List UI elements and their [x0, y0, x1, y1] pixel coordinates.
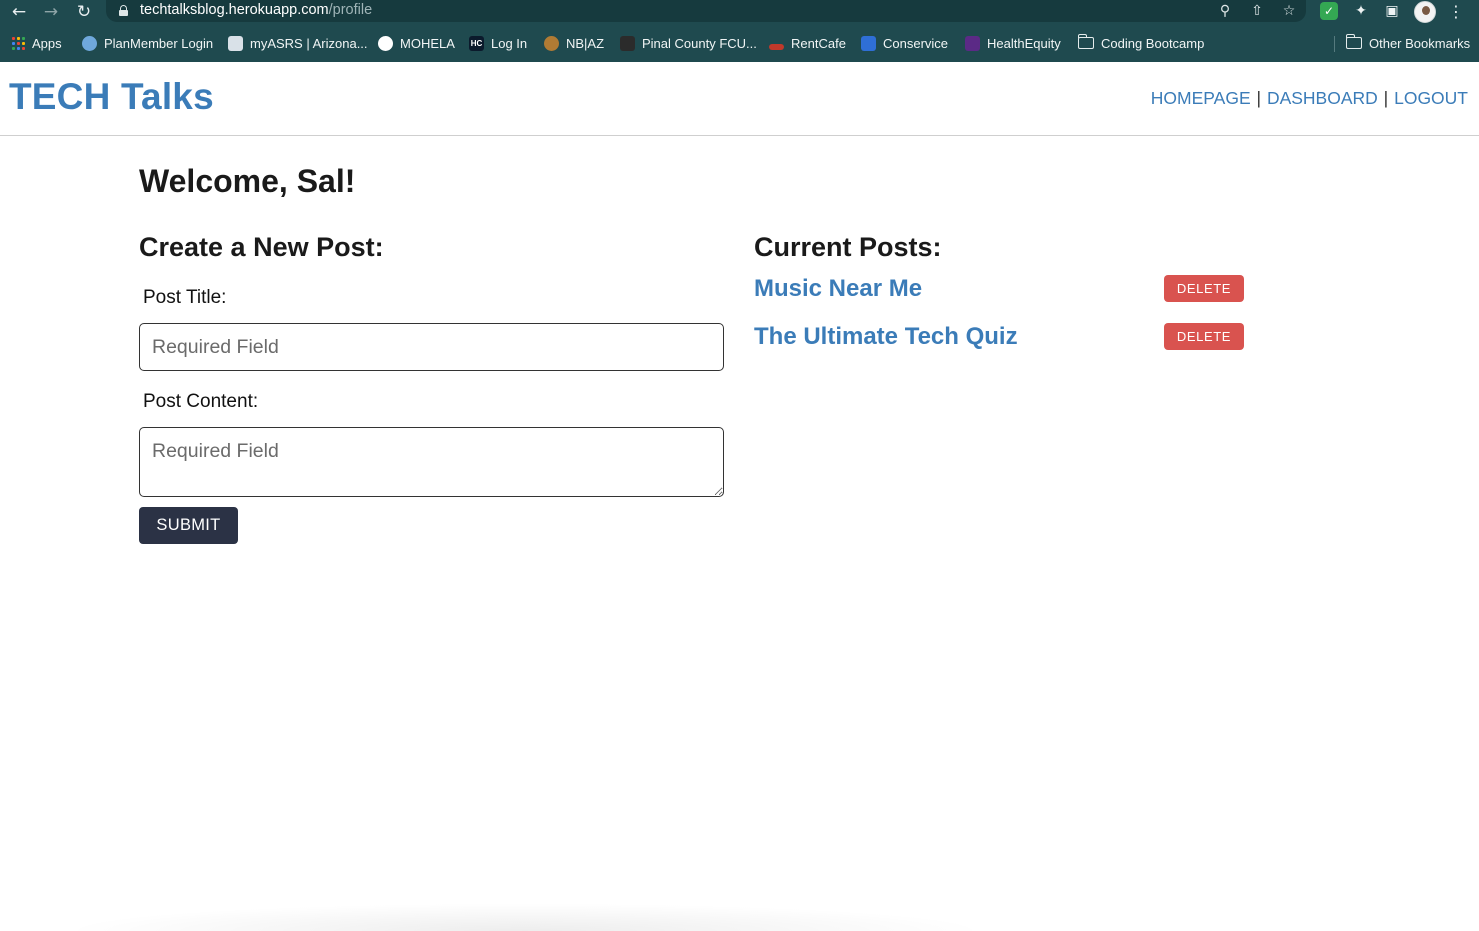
back-arrow-icon[interactable]: ←	[9, 2, 29, 22]
forward-arrow-icon[interactable]: →	[41, 2, 61, 22]
bookmark-login[interactable]: HC Log In	[469, 34, 527, 52]
bookmark-pinal-county[interactable]: Pinal County FCU...	[620, 34, 757, 52]
side-panel-icon[interactable]: ▣	[1383, 2, 1401, 20]
bookmark-label: RentCafe	[791, 35, 846, 51]
page-shadow	[60, 903, 990, 931]
browser-chrome: ← → ↻ techtalksblog.herokuapp.com/profil…	[0, 0, 1479, 62]
toolbar: ← → ↻ techtalksblog.herokuapp.com/profil…	[0, 0, 1479, 24]
bookmark-nbaz[interactable]: NB|AZ	[544, 34, 604, 52]
bookmark-label: Coding Bootcamp	[1101, 35, 1205, 51]
bookmark-label: PlanMember Login	[104, 35, 214, 51]
bookmark-label: NB|AZ	[566, 35, 605, 51]
bookmark-folder-other[interactable]: Other Bookmarks	[1345, 34, 1471, 52]
site-title[interactable]: TECH Talks	[9, 76, 214, 118]
bookmark-rentcafe[interactable]: RentCafe	[769, 34, 846, 52]
healthequity-favicon	[965, 35, 980, 51]
nav-homepage-link[interactable]: HOMEPAGE	[1151, 88, 1251, 108]
bookmark-label: Apps	[32, 35, 62, 51]
bookmarks-divider	[1334, 36, 1335, 52]
bookmark-label: Pinal County FCU...	[642, 35, 757, 51]
address-bar[interactable]: techtalksblog.herokuapp.com/profile ⚲ ⇧ …	[106, 0, 1306, 22]
url-host: techtalksblog.herokuapp.com	[140, 2, 329, 18]
key-icon[interactable]: ⚲	[1215, 1, 1235, 21]
bookmark-label: Log In	[491, 35, 528, 51]
bookmark-label: Other Bookmarks	[1369, 35, 1471, 51]
bookmark-label: myASRS | Arizona...	[250, 35, 368, 51]
welcome-heading: Welcome, Sal!	[139, 163, 356, 199]
profile-avatar[interactable]	[1414, 1, 1436, 23]
lock-icon[interactable]	[119, 5, 128, 16]
bookmark-label: HealthEquity	[987, 35, 1061, 51]
bookmark-myasrs[interactable]: myASRS | Arizona...	[228, 34, 368, 52]
bookmark-folder-coding-bootcamp[interactable]: Coding Bootcamp	[1077, 34, 1205, 52]
post-title-input[interactable]	[139, 323, 724, 371]
nbaz-favicon	[544, 35, 559, 51]
reload-icon[interactable]: ↻	[74, 2, 94, 22]
site-nav: HOMEPAGE | DASHBOARD | LOGOUT	[1151, 88, 1468, 109]
myasrs-favicon	[228, 35, 243, 51]
folder-icon	[1077, 34, 1094, 49]
post-list-item: The Ultimate Tech Quiz DELETE	[754, 323, 1244, 353]
bookmark-mohela[interactable]: MOHELA	[378, 34, 455, 52]
create-post-heading: Create a New Post:	[139, 232, 384, 262]
delete-post-button[interactable]: DELETE	[1164, 323, 1244, 350]
url-text[interactable]: techtalksblog.herokuapp.com/profile	[140, 2, 372, 18]
bookmark-healthequity[interactable]: HealthEquity	[965, 34, 1061, 52]
delete-post-button[interactable]: DELETE	[1164, 275, 1244, 302]
apps-grid-icon	[12, 36, 25, 50]
current-posts-heading: Current Posts:	[754, 232, 942, 262]
bookmark-conservice[interactable]: Conservice	[861, 34, 948, 52]
planmember-favicon	[82, 35, 97, 51]
current-posts-section: Current Posts: Music Near Me DELETE The …	[754, 232, 1249, 350]
nav-logout-link[interactable]: LOGOUT	[1394, 88, 1468, 108]
nav-separator: |	[1383, 88, 1389, 108]
post-content-textarea[interactable]	[139, 427, 724, 497]
bookmark-planmember[interactable]: PlanMember Login	[82, 34, 213, 52]
nav-separator: |	[1256, 88, 1262, 108]
page: TECH Talks HOMEPAGE | DASHBOARD | LOGOUT…	[0, 62, 1479, 931]
submit-button[interactable]: SUBMIT	[139, 507, 238, 544]
nav-dashboard-link[interactable]: DASHBOARD	[1267, 88, 1378, 108]
url-path: /profile	[328, 2, 373, 18]
pinal-favicon	[620, 35, 635, 51]
create-post-section: Create a New Post: Post Title: Post Cont…	[139, 232, 725, 544]
post-title-link[interactable]: Music Near Me	[754, 275, 922, 303]
kebab-menu-icon[interactable]: ⋮	[1448, 1, 1464, 23]
hc-favicon: HC	[469, 35, 484, 51]
bookmark-label: MOHELA	[400, 35, 455, 51]
star-icon[interactable]: ☆	[1279, 1, 1299, 21]
bookmarks-bar: Apps PlanMember Login myASRS | Arizona..…	[0, 30, 1479, 56]
site-header: TECH Talks HOMEPAGE | DASHBOARD | LOGOUT	[0, 62, 1479, 136]
post-list-item: Music Near Me DELETE	[754, 275, 1244, 305]
share-icon[interactable]: ⇧	[1247, 1, 1267, 21]
mohela-favicon	[378, 35, 393, 51]
post-title-label: Post Title:	[143, 287, 227, 308]
bookmark-apps[interactable]: Apps	[12, 34, 62, 52]
bookmark-label: Conservice	[883, 35, 949, 51]
extension-shield-icon[interactable]: ✓	[1320, 2, 1338, 20]
post-content-label: Post Content:	[143, 391, 259, 412]
extensions-puzzle-icon[interactable]: ✦	[1352, 2, 1370, 20]
rentcafe-favicon	[769, 43, 784, 50]
post-title-link[interactable]: The Ultimate Tech Quiz	[754, 323, 1018, 351]
conservice-favicon	[861, 35, 876, 51]
folder-icon	[1345, 34, 1362, 49]
